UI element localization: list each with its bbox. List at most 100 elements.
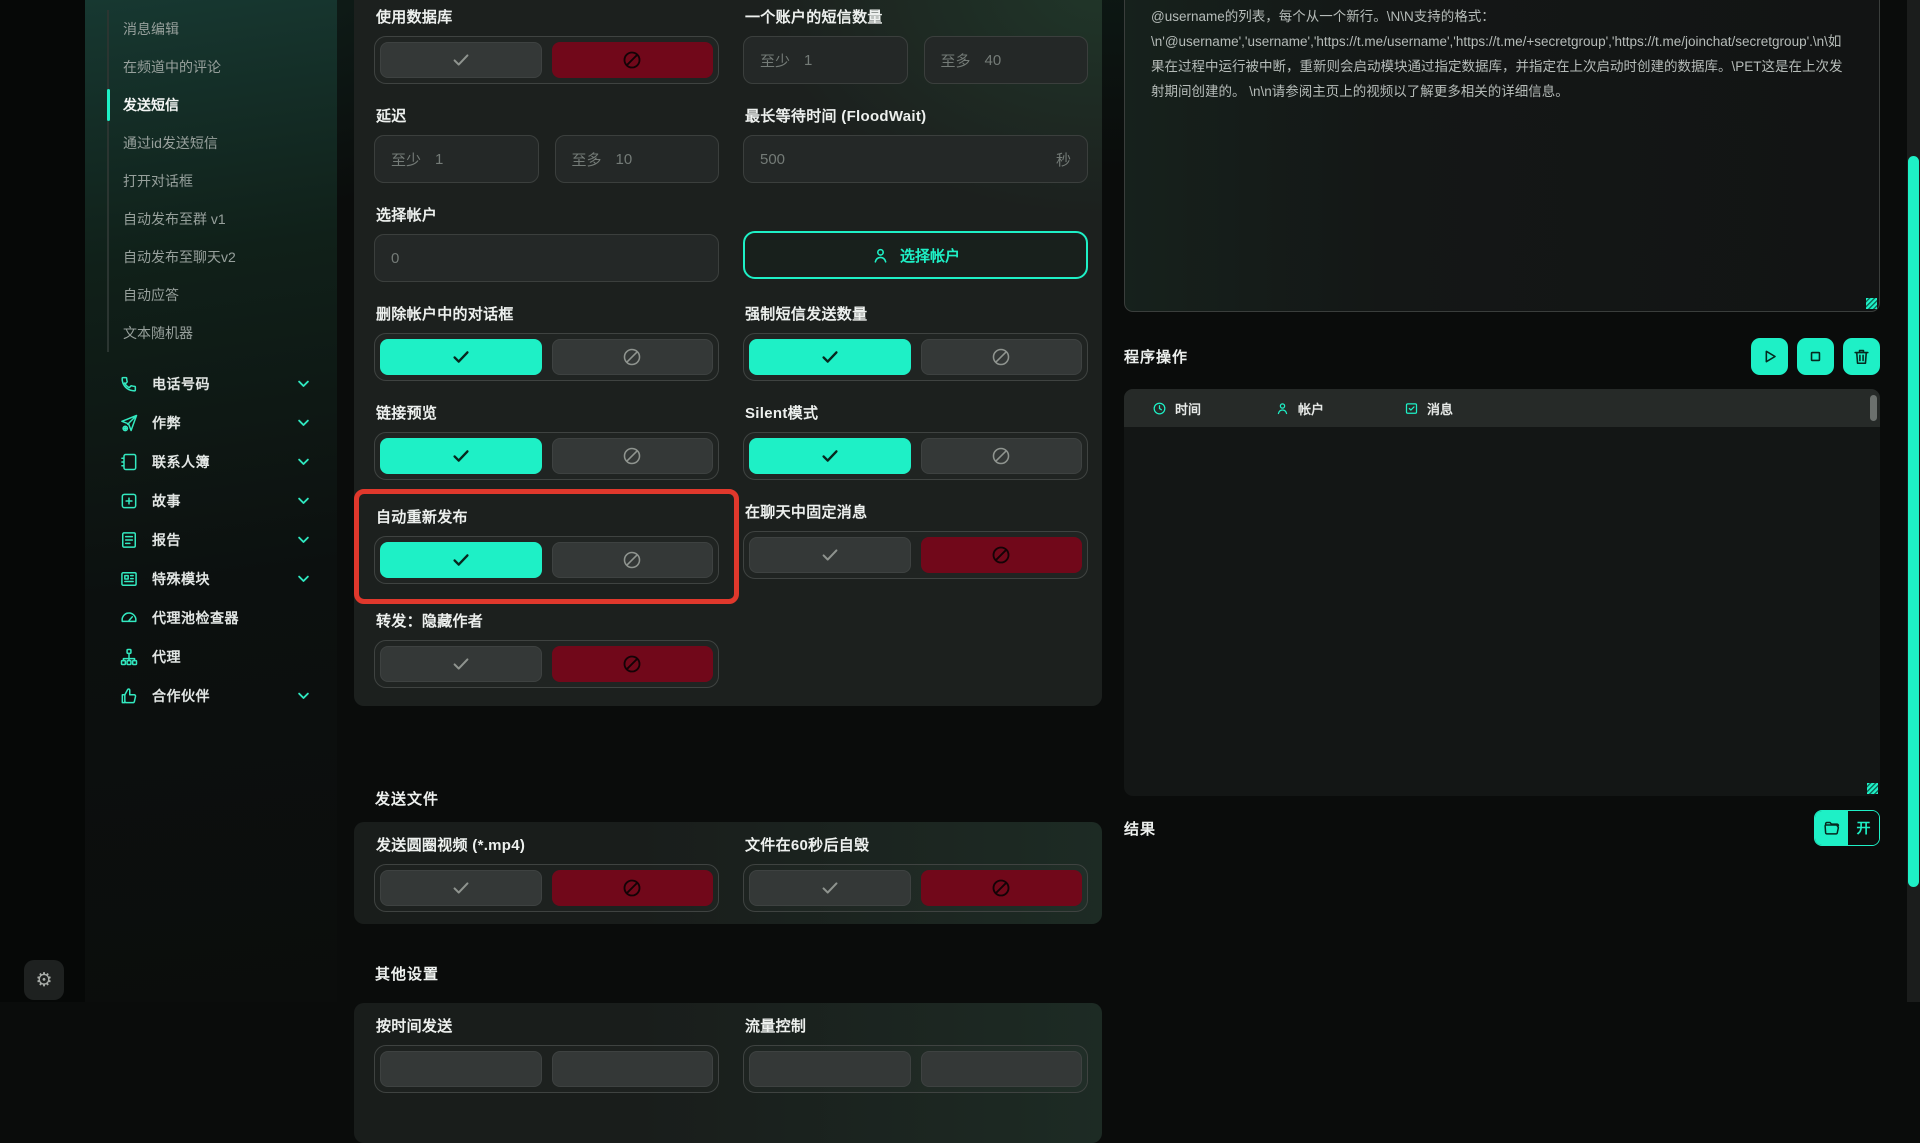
toggle-no-button[interactable] [552, 42, 714, 78]
sidebar-item-proxy[interactable]: 代理 [85, 637, 337, 676]
sidebar-item-send-sms-by-id[interactable]: 通过id发送短信 [109, 124, 327, 162]
sidebar-item-cheating[interactable]: 作弊 [85, 403, 337, 442]
page-scrollbar-thumb[interactable] [1908, 156, 1919, 887]
account-count-input[interactable]: 0 [374, 234, 719, 282]
highlight-box: 自动重新发布 [354, 489, 739, 604]
paper-plane-plus-icon [119, 413, 139, 433]
section-title-other-settings: 其他设置 [375, 963, 1102, 984]
toggle-no-button[interactable] [552, 646, 714, 682]
sidebar-item-partners[interactable]: 合作伙伴 [85, 676, 337, 715]
sidebar-item-proxy-pool-checker[interactable]: 代理池检查器 [85, 598, 337, 637]
sidebar-item-label: 代理池检查器 [152, 608, 239, 628]
settings-button[interactable]: ⚙ [24, 960, 64, 1000]
sidebar-item-contacts-book[interactable]: 联系人簿 [85, 442, 337, 481]
sidebar-item-autopost-group-v1[interactable]: 自动发布至群 v1 [109, 200, 327, 238]
person-icon [1275, 401, 1290, 416]
send-files-card: 发送圆圈视频 (*.mp4) 文件在60秒后自毁 [354, 822, 1102, 924]
field-group-floodwait: 最长等待时间 (FloodWait) 500秒 [743, 105, 1088, 183]
floodwait-input[interactable]: 500秒 [743, 135, 1088, 183]
stop-button[interactable] [1797, 338, 1834, 375]
chevron-down-icon [296, 493, 311, 508]
sidebar-item-send-sms[interactable]: 发送短信 [109, 86, 327, 124]
toggle-link-preview [374, 432, 719, 480]
open-results-button[interactable]: 开 [1814, 810, 1880, 846]
sms-max-input[interactable]: 至多40 [924, 36, 1089, 84]
select-account-cell: 选择帐户 [743, 204, 1088, 282]
toggle-pin-message [743, 531, 1088, 579]
sidebar-item-auto-reply[interactable]: 自动应答 [109, 276, 327, 314]
sidebar-item-phone-numbers[interactable]: 电话号码 [85, 364, 337, 403]
page-scrollbar[interactable] [1907, 0, 1920, 1002]
clock-icon [1152, 401, 1167, 416]
sidebar-item-channel-comments[interactable]: 在频道中的评论 [109, 48, 327, 86]
field-label: 转发：隐藏作者 [376, 610, 719, 631]
field-group-delete-dialogs: 删除帐户中的对话框 [374, 303, 719, 381]
right-panel: @username的列表，每个从一个新行。\N\N支持的格式： \n'@user… [1124, 0, 1880, 1002]
toggle-yes-button[interactable] [749, 1051, 911, 1087]
toggle-no-button[interactable] [552, 438, 714, 474]
delay-max-input[interactable]: 至多10 [555, 135, 720, 183]
toggle-yes-button[interactable] [380, 646, 542, 682]
stop-icon [1806, 347, 1825, 366]
toggle-no-button[interactable] [552, 339, 714, 375]
resize-handle-icon[interactable] [1867, 783, 1878, 794]
sidebar-item-autopost-chat-v2[interactable]: 自动发布至聊天v2 [109, 238, 327, 276]
sidebar-item-text-randomizer[interactable]: 文本随机器 [109, 314, 327, 352]
sms-min-input[interactable]: 至少1 [743, 36, 908, 84]
main-settings-card: 使用数据库 一个账户的短信数量 至少1 至多40 延迟 至少1 至多10 [354, 0, 1102, 706]
toggle-self-destruct [743, 864, 1088, 912]
field-group-link-preview: 链接预览 [374, 402, 719, 480]
field-label: 选择帐户 [376, 204, 719, 225]
toggle-yes-button[interactable] [380, 1051, 542, 1087]
report-icon [119, 530, 139, 550]
toggle-use-database [374, 36, 719, 84]
delay-min-input[interactable]: 至少1 [374, 135, 539, 183]
toggle-yes-button[interactable] [380, 438, 542, 474]
select-account-button[interactable]: 选择帐户 [743, 231, 1088, 279]
field-group-traffic-control: 流量控制 [743, 1015, 1088, 1093]
contacts-book-icon [119, 452, 139, 472]
start-button[interactable] [1751, 338, 1788, 375]
table-scrollbar-thumb[interactable] [1870, 395, 1877, 421]
toggle-yes-button[interactable] [380, 870, 542, 906]
field-label: 一个账户的短信数量 [745, 6, 1088, 27]
clear-button[interactable] [1843, 338, 1880, 375]
field-label: 删除帐户中的对话框 [376, 303, 719, 324]
field-group-self-destruct: 文件在60秒后自毁 [743, 834, 1088, 912]
toggle-no-button[interactable] [921, 537, 1083, 573]
open-button-label: 开 [1848, 811, 1879, 845]
sidebar-item-special-modules[interactable]: 特殊模块 [85, 559, 337, 598]
sidebar-submenu: 消息编辑 在频道中的评论 发送短信 通过id发送短信 打开对话框 自动发布至群 … [107, 10, 327, 352]
toggle-yes-button[interactable] [749, 438, 911, 474]
toggle-yes-button[interactable] [380, 42, 542, 78]
toggle-yes-button[interactable] [380, 339, 542, 375]
field-label: 强制短信发送数量 [745, 303, 1088, 324]
sidebar-item-message-edit[interactable]: 消息编辑 [109, 10, 327, 48]
left-rail: ⚙ [0, 0, 85, 1002]
toggle-yes-button[interactable] [749, 537, 911, 573]
chevron-down-icon [296, 415, 311, 430]
field-label: 最长等待时间 (FloodWait) [745, 105, 1088, 126]
sidebar-item-reports[interactable]: 报告 [85, 520, 337, 559]
toggle-yes-button[interactable] [380, 542, 542, 578]
toggle-yes-button[interactable] [749, 339, 911, 375]
field-group-select-account: 选择帐户 0 [374, 204, 719, 282]
toggle-no-button[interactable] [552, 870, 714, 906]
toggle-no-button[interactable] [921, 870, 1083, 906]
toggle-no-button[interactable] [552, 542, 714, 578]
resize-handle-icon[interactable] [1866, 298, 1877, 309]
chevron-down-icon [296, 688, 311, 703]
field-label: 发送圆圈视频 (*.mp4) [376, 834, 719, 855]
sidebar-item-stories[interactable]: 故事 [85, 481, 337, 520]
field-label: 在聊天中固定消息 [745, 501, 1088, 522]
toggle-no-button[interactable] [921, 438, 1083, 474]
toggle-yes-button[interactable] [749, 870, 911, 906]
field-label: 延迟 [376, 105, 719, 126]
folder-icon [1815, 811, 1848, 845]
toggle-no-button[interactable] [921, 339, 1083, 375]
toggle-no-button[interactable] [552, 1051, 714, 1087]
sidebar-item-open-dialog[interactable]: 打开对话框 [109, 162, 327, 200]
sidebar-item-label: 故事 [152, 491, 181, 511]
toggle-no-button[interactable] [921, 1051, 1083, 1087]
usernames-textarea[interactable]: @username的列表，每个从一个新行。\N\N支持的格式： \n'@user… [1124, 0, 1880, 312]
